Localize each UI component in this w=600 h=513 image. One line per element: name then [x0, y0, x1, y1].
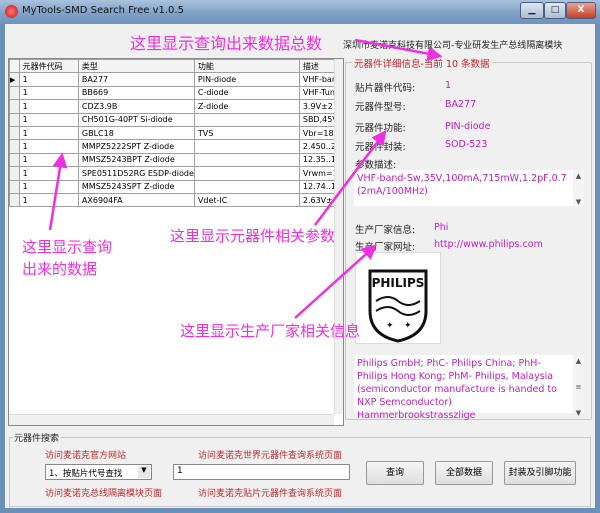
- arrow-total: [354, 38, 443, 62]
- arrow-params: [314, 130, 387, 226]
- arrow-data: [48, 152, 68, 231]
- arrow-maker: [294, 244, 377, 319]
- annotation-arrows: [48, 38, 443, 319]
